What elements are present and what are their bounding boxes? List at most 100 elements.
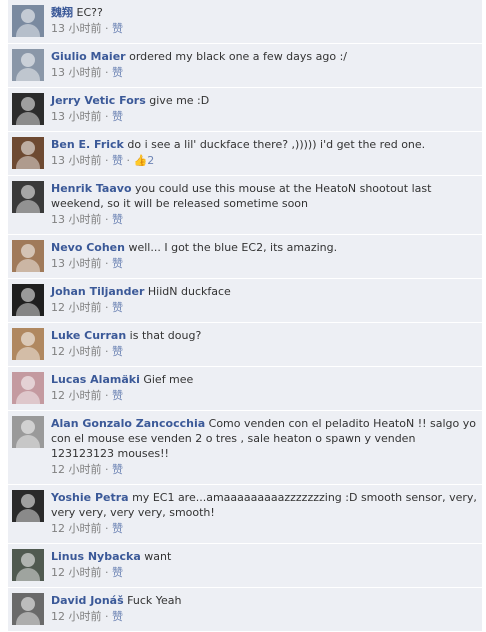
meta-separator: · [101,610,112,623]
comment-body: Nevo Cohen well... I got the blue EC2, i… [51,239,478,273]
meta-separator: · [101,566,112,579]
like-link[interactable]: 赞 [112,66,123,79]
timestamp[interactable]: 13 小时前 [51,257,102,270]
author-link[interactable]: Henrik Taavo [51,182,132,195]
like-link[interactable]: 赞 [112,154,123,167]
comment-row: Ben E. Frick do i see a lil' duckface th… [8,132,482,176]
like-link[interactable]: 赞 [112,389,123,402]
comment-meta: 13 小时前 · 赞 [51,65,478,80]
comment-line: Ben E. Frick do i see a lil' duckface th… [51,137,478,152]
author-link[interactable]: Lucas Alamäki [51,373,140,386]
author-link[interactable]: Johan Tiljander [51,285,144,298]
avatar[interactable] [12,328,44,360]
comment-meta: 12 小时前 · 赞 [51,388,478,403]
meta-separator: · [101,213,112,226]
timestamp[interactable]: 12 小时前 [51,389,102,402]
author-link[interactable]: Luke Curran [51,329,126,342]
meta-separator: · [101,389,112,402]
meta-separator: · [101,257,112,270]
comment-row: David Jonáš Fuck Yeah 12 小时前 · 赞 [8,588,482,632]
like-link[interactable]: 赞 [112,522,123,535]
avatar[interactable] [12,416,44,448]
comment-body: Johan Tiljander HiidN duckface 12 小时前 · 赞 [51,283,478,317]
comment-text: HiidN duckface [147,285,231,298]
avatar[interactable] [12,490,44,522]
timestamp[interactable]: 12 小时前 [51,345,102,358]
avatar[interactable] [12,181,44,213]
meta-separator: · [101,66,112,79]
comment-body: Luke Curran is that doug? 12 小时前 · 赞 [51,327,478,361]
comment-text: want [144,550,172,563]
comment-line: Luke Curran is that doug? [51,328,478,343]
timestamp[interactable]: 13 小时前 [51,110,102,123]
avatar[interactable] [12,549,44,581]
comment-meta: 12 小时前 · 赞 [51,565,478,580]
comment-line: Alan Gonzalo Zancocchia Como venden con … [51,416,478,461]
timestamp[interactable]: 13 小时前 [51,213,102,226]
comment-line: Yoshie Petra my EC1 are...amaaaaaaaaazzz… [51,490,478,520]
avatar[interactable] [12,240,44,272]
author-link[interactable]: Alan Gonzalo Zancocchia [51,417,205,430]
timestamp[interactable]: 12 小时前 [51,566,102,579]
thumbs-up-icon[interactable]: 👍 [134,154,148,167]
avatar[interactable] [12,593,44,625]
timestamp[interactable]: 12 小时前 [51,522,102,535]
comment-meta: 12 小时前 · 赞 [51,344,478,359]
comment-body: Jerry Vetic Fors give me :D 13 小时前 · 赞 [51,92,478,126]
author-link[interactable]: Giulio Maier [51,50,126,63]
comment-line: 魏翔 EC?? [51,5,478,20]
author-link[interactable]: Jerry Vetic Fors [51,94,146,107]
like-link[interactable]: 赞 [112,213,123,226]
meta-separator: · [101,110,112,123]
like-link[interactable]: 赞 [112,566,123,579]
comment-meta: 12 小时前 · 赞 [51,462,478,477]
comment-line: Giulio Maier ordered my black one a few … [51,49,478,64]
author-link[interactable]: Linus Nybacka [51,550,141,563]
timestamp[interactable]: 12 小时前 [51,610,102,623]
author-link[interactable]: Ben E. Frick [51,138,124,151]
comment-meta: 12 小时前 · 赞 [51,300,478,315]
like-link[interactable]: 赞 [112,610,123,623]
comment-line: Nevo Cohen well... I got the blue EC2, i… [51,240,478,255]
timestamp[interactable]: 13 小时前 [51,154,102,167]
like-link[interactable]: 赞 [112,22,123,35]
comment-line: Linus Nybacka want [51,549,478,564]
author-link[interactable]: Yoshie Petra [51,491,129,504]
timestamp[interactable]: 13 小时前 [51,66,102,79]
comment-row: Jerry Vetic Fors give me :D 13 小时前 · 赞 [8,88,482,132]
comment-meta: 13 小时前 · 赞 [51,212,478,227]
comment-meta: 12 小时前 · 赞 [51,609,478,624]
comment-line: Johan Tiljander HiidN duckface [51,284,478,299]
like-link[interactable]: 赞 [112,257,123,270]
author-link[interactable]: 魏翔 [51,6,73,19]
author-link[interactable]: Nevo Cohen [51,241,125,254]
avatar[interactable] [12,93,44,125]
comment-row: Yoshie Petra my EC1 are...amaaaaaaaaazzz… [8,485,482,544]
comment-row: Henrik Taavo you could use this mouse at… [8,176,482,235]
timestamp[interactable]: 13 小时前 [51,22,102,35]
like-link[interactable]: 赞 [112,110,123,123]
meta-separator: · [101,154,112,167]
comment-row: Nevo Cohen well... I got the blue EC2, i… [8,235,482,279]
timestamp[interactable]: 12 小时前 [51,463,102,476]
like-link[interactable]: 赞 [112,463,123,476]
comment-line: Jerry Vetic Fors give me :D [51,93,478,108]
comment-meta: 13 小时前 · 赞 [51,109,478,124]
like-link[interactable]: 赞 [112,345,123,358]
comment-body: 魏翔 EC?? 13 小时前 · 赞 [51,4,478,38]
likes-count[interactable]: 2 [147,154,154,167]
comment-text: well... I got the blue EC2, its amazing. [128,241,338,254]
avatar[interactable] [12,5,44,37]
meta-separator: · [101,22,112,35]
comment-row: Johan Tiljander HiidN duckface 12 小时前 · 赞 [8,279,482,323]
comment-text: do i see a lil' duckface there? ,))))) i… [127,138,426,151]
like-link[interactable]: 赞 [112,301,123,314]
comment-text: ordered my black one a few days ago :/ [129,50,348,63]
avatar[interactable] [12,137,44,169]
author-link[interactable]: David Jonáš [51,594,124,607]
avatar[interactable] [12,49,44,81]
comment-text: is that doug? [129,329,202,342]
avatar[interactable] [12,284,44,316]
timestamp[interactable]: 12 小时前 [51,301,102,314]
avatar[interactable] [12,372,44,404]
